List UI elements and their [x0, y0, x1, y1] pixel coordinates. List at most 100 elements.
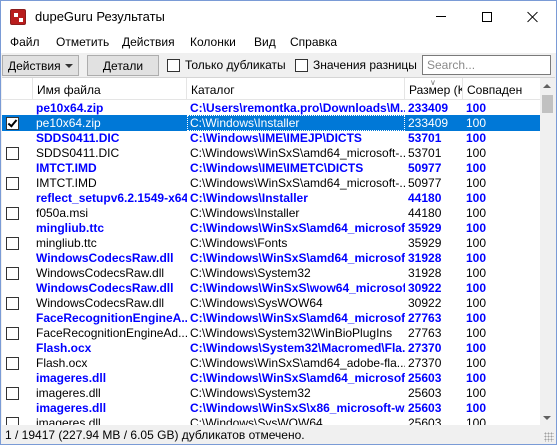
column-header-match[interactable]: Совпаден: [463, 78, 540, 100]
cell-match: 100: [466, 296, 487, 310]
title-bar[interactable]: dupeGuru Результаты: [1, 1, 556, 32]
toolbar: Действия Детали Только дубликаты Значени…: [1, 53, 556, 77]
table-row[interactable]: WindowsCodecsRaw.dll C:\Windows\WinSxS\am…: [2, 250, 540, 266]
menu-actions[interactable]: Действия: [122, 35, 175, 49]
row-checkbox[interactable]: [6, 147, 19, 160]
cell-filename: SDDS0411.DIC: [36, 131, 120, 145]
table-row[interactable]: FaceRecognitionEngineAd... C:\Windows\Sys…: [2, 325, 540, 341]
details-button[interactable]: Детали: [87, 55, 159, 76]
app-window: dupeGuru Результаты Файл Отметить Действ…: [0, 0, 557, 445]
column-header-size[interactable]: ∨ Размер (KI: [405, 78, 463, 100]
table-row[interactable]: reflect_setupv6.2.1549-x64... C:\Windows\…: [2, 190, 540, 206]
resize-grip-icon[interactable]: [544, 432, 554, 442]
cell-match: 100: [466, 401, 487, 415]
cell-filename: WindowsCodecsRaw.dll: [36, 251, 174, 265]
cell-match: 100: [466, 206, 487, 220]
row-checkbox[interactable]: [6, 177, 19, 190]
table-row[interactable]: IMTCT.IMD C:\Windows\IME\IMETC\DICTS 50977…: [2, 160, 540, 176]
maximize-button[interactable]: [464, 1, 510, 32]
table-row[interactable]: WindowsCodecsRaw.dll C:\Windows\WinSxS\wo…: [2, 280, 540, 296]
row-checkbox[interactable]: [6, 387, 19, 400]
column-header-check[interactable]: [2, 78, 33, 100]
cell-match: 100: [466, 326, 487, 340]
cell-size: 233409: [408, 116, 449, 130]
menu-help[interactable]: Справка: [290, 35, 337, 49]
cell-filename: pe10x64.zip: [36, 116, 101, 130]
table-header: Имя файла Каталог ∨ Размер (KI Совпаден: [2, 78, 540, 100]
row-checkbox[interactable]: [6, 117, 19, 130]
cell-match: 100: [466, 221, 487, 235]
table-row[interactable]: pe10x64.zip C:\Windows\Installer 233409 100: [2, 115, 540, 131]
cell-match: 100: [466, 371, 487, 385]
cell-filename: pe10x64.zip: [36, 101, 104, 115]
table-row[interactable]: mingliub.ttc C:\Windows\Fonts 35929 100: [2, 235, 540, 251]
column-header-size-label: Размер (KI: [409, 83, 463, 97]
cell-size: 30922: [408, 296, 442, 310]
row-checkbox[interactable]: [6, 237, 19, 250]
table-row[interactable]: WindowsCodecsRaw.dll C:\Windows\SysWOW64 3…: [2, 295, 540, 311]
cell-filename: FaceRecognitionEngineAd...: [36, 326, 187, 340]
search-input[interactable]: Search...: [422, 55, 551, 75]
delta-values-checkbox[interactable]: [295, 59, 308, 72]
cell-filename: IMTCT.IMD: [36, 161, 97, 175]
cell-filename: imageres.dll: [36, 386, 101, 400]
cell-size: 233409: [408, 101, 449, 115]
only-dupes-checkbox[interactable]: [167, 59, 180, 72]
cell-size: 30922: [408, 281, 442, 295]
menu-columns[interactable]: Колонки: [190, 35, 236, 49]
cell-folder: C:\Windows\WinSxS\wow64_microsof...: [190, 281, 405, 295]
cell-match: 100: [466, 356, 487, 370]
row-checkbox[interactable]: [6, 297, 19, 310]
cell-match: 100: [466, 191, 487, 205]
menu-mark[interactable]: Отметить: [56, 35, 109, 49]
table-row[interactable]: imageres.dll C:\Windows\WinSxS\x86_micros…: [2, 400, 540, 416]
table-row[interactable]: imageres.dll C:\Windows\SysWOW64 25603 100: [2, 415, 540, 425]
scroll-down-icon[interactable]: [543, 416, 551, 420]
close-icon: [527, 11, 539, 23]
table-row[interactable]: SDDS0411.DIC C:\Windows\WinSxS\amd64_micr…: [2, 145, 540, 161]
menu-view[interactable]: Вид: [254, 35, 276, 49]
cell-filename: imageres.dll: [36, 416, 101, 425]
cell-filename: reflect_setupv6.2.1549-x64...: [36, 191, 187, 205]
scroll-up-icon[interactable]: [543, 84, 551, 88]
close-button[interactable]: [510, 1, 556, 32]
cell-size: 25603: [408, 416, 442, 425]
cell-match: 100: [466, 116, 487, 130]
row-checkbox[interactable]: [6, 327, 19, 340]
cell-size: 27370: [408, 356, 442, 370]
column-header-filename[interactable]: Имя файла: [33, 78, 187, 100]
row-checkbox[interactable]: [6, 357, 19, 370]
actions-dropdown[interactable]: Действия: [2, 55, 79, 76]
cell-match: 100: [466, 266, 487, 280]
cell-size: 50977: [408, 176, 442, 190]
row-checkbox[interactable]: [6, 267, 19, 280]
cell-match: 100: [466, 281, 487, 295]
cell-folder: C:\Windows\WinSxS\amd64_microsof...: [190, 251, 405, 265]
cell-match: 100: [466, 386, 487, 400]
minimize-button[interactable]: [418, 1, 464, 32]
table-row[interactable]: FaceRecognitionEngineA... C:\Windows\WinS…: [2, 310, 540, 326]
table-row[interactable]: IMTCT.IMD C:\Windows\WinSxS\amd64_microso…: [2, 175, 540, 191]
cell-size: 50977: [408, 161, 442, 175]
table-row[interactable]: pe10x64.zip C:\Users\remontka.pro\Downloa…: [2, 100, 540, 116]
table-row[interactable]: SDDS0411.DIC C:\Windows\IME\IMEJP\DICTS 53…: [2, 130, 540, 146]
table-row[interactable]: WindowsCodecsRaw.dll C:\Windows\System32 3…: [2, 265, 540, 281]
cell-folder: C:\Windows\Installer: [190, 206, 300, 220]
scrollbar-thumb[interactable]: [542, 95, 553, 113]
table-row[interactable]: Flash.ocx C:\Windows\WinSxS\amd64_adobe-f…: [2, 355, 540, 371]
table-row[interactable]: f050a.msi C:\Windows\Installer 44180 100: [2, 205, 540, 221]
row-checkbox[interactable]: [6, 207, 19, 220]
row-checkbox[interactable]: [6, 417, 19, 425]
delta-values-label: Значения разницы: [313, 58, 417, 72]
column-header-folder[interactable]: Каталог: [187, 78, 405, 100]
vertical-scrollbar[interactable]: [540, 78, 555, 425]
table-row[interactable]: imageres.dll C:\Windows\WinSxS\amd64_micr…: [2, 370, 540, 386]
table-row[interactable]: imageres.dll C:\Windows\System32 25603 100: [2, 385, 540, 401]
checkmark-icon: [7, 117, 18, 128]
table-row[interactable]: Flash.ocx C:\Windows\System32\Macromed\Fl…: [2, 340, 540, 356]
menu-file[interactable]: Файл: [10, 35, 40, 49]
table-row[interactable]: mingliub.ttc C:\Windows\WinSxS\amd64_micr…: [2, 220, 540, 236]
cell-folder: C:\Windows\SysWOW64: [190, 296, 323, 310]
cell-match: 100: [466, 131, 487, 145]
cell-match: 100: [466, 146, 487, 160]
